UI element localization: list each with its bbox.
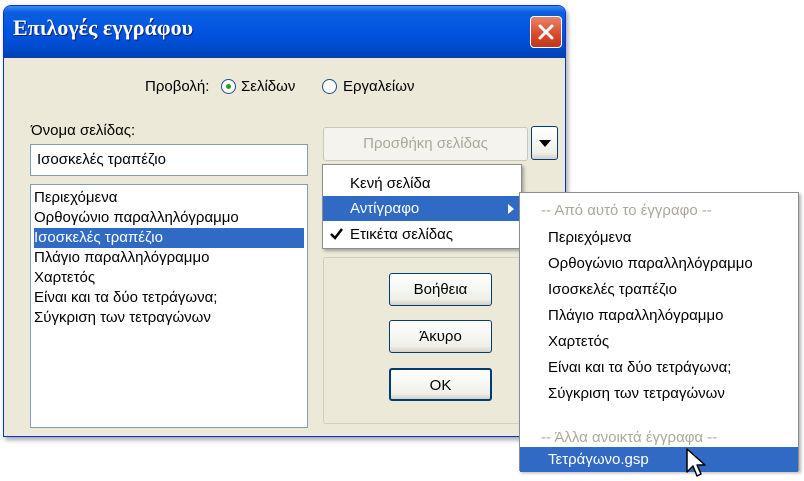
submenu-item-4[interactable]: Χαρτετός [520,329,609,354]
dropdown-arrow-icon [539,140,551,147]
page-name-label: Όνομα σελίδας: [31,122,136,139]
submenu-item-2[interactable]: Ισοσκελές τραπέζιο [520,277,677,302]
submenu-item-0[interactable]: Περιεχόμενα [520,225,631,250]
add-page-menu: Κενή σελίδα Αντίγραφο Ετικέτα σελίδας [322,164,522,249]
view-label: Προβολή: [145,78,210,95]
submenu-item-3[interactable]: Πλάγιο παραλληλόγραμμο [520,303,723,328]
list-item-pages-0[interactable]: Περιεχόμενα [34,188,117,208]
pages-list[interactable]: Περιεχόμενα Ορθογώνιο παραλληλόγραμμο Ισ… [30,184,308,428]
view-pages-label[interactable]: Σελίδων [241,78,295,95]
list-item-pages-6[interactable]: Σύγκριση των τετραγώνων [34,308,211,328]
view-tools-label[interactable]: Εργαλείων [343,78,414,95]
mouse-cursor-icon [686,448,706,477]
view-tools-radio[interactable] [322,79,337,94]
submenu-item-5[interactable]: Είναι και τα δύο τετράγωνα; [520,355,731,380]
list-item-pages-2-selected[interactable]: Ισοσκελές τραπέζιο [34,228,304,248]
list-item-pages-1[interactable]: Ορθογώνιο παραλληλόγραμμο [34,208,239,228]
submenu-item-other-document[interactable]: Τετράγωνο.gsp [520,447,798,472]
cancel-button[interactable]: Άκυρο [389,320,492,353]
radio-selected-dot [226,84,231,89]
list-item-pages-4[interactable]: Χαρτετός [34,268,95,288]
copy-submenu: -- Από αυτό το έγγραφο -- Περιεχόμενα Ορ… [519,192,799,472]
menu-item-copy-label: Αντίγραφο [350,200,420,217]
submenu-item-1[interactable]: Ορθογώνιο παραλληλόγραμμο [520,251,753,276]
submenu-item-6[interactable]: Σύγκριση των τετραγώνων [520,381,725,406]
page-name-value: Ισοσκελές τραπέζιο [37,151,166,168]
help-button[interactable]: Βοήθεια [389,273,492,306]
title-bar[interactable]: Επιλογές εγγράφου [4,6,565,58]
view-pages-radio[interactable] [221,79,236,94]
add-page-dropdown-button[interactable] [531,126,558,160]
menu-item-blank-page[interactable]: Κενή σελίδα [323,171,521,196]
menu-item-copy[interactable]: Αντίγραφο [323,196,521,221]
submenu-arrow-icon [508,204,514,214]
close-icon [538,24,554,40]
page-name-field[interactable]: Ισοσκελές τραπέζιο [30,144,308,176]
list-item-pages-5[interactable]: Είναι και τα δύο τετράγωνα; [34,288,217,308]
list-item-pages-3[interactable]: Πλάγιο παραλληλόγραμμο [34,248,209,268]
add-page-button[interactable]: Προσθήκη σελίδας [323,127,528,161]
submenu-header-this-document: -- Από αυτό το έγγραφο -- [541,202,712,219]
page-tab-label[interactable]: Ετικέτα σελίδας [323,222,453,247]
window-title: Επιλογές εγγράφου [13,15,194,40]
close-button[interactable] [530,16,562,48]
ok-button[interactable]: ΟΚ [389,368,492,401]
